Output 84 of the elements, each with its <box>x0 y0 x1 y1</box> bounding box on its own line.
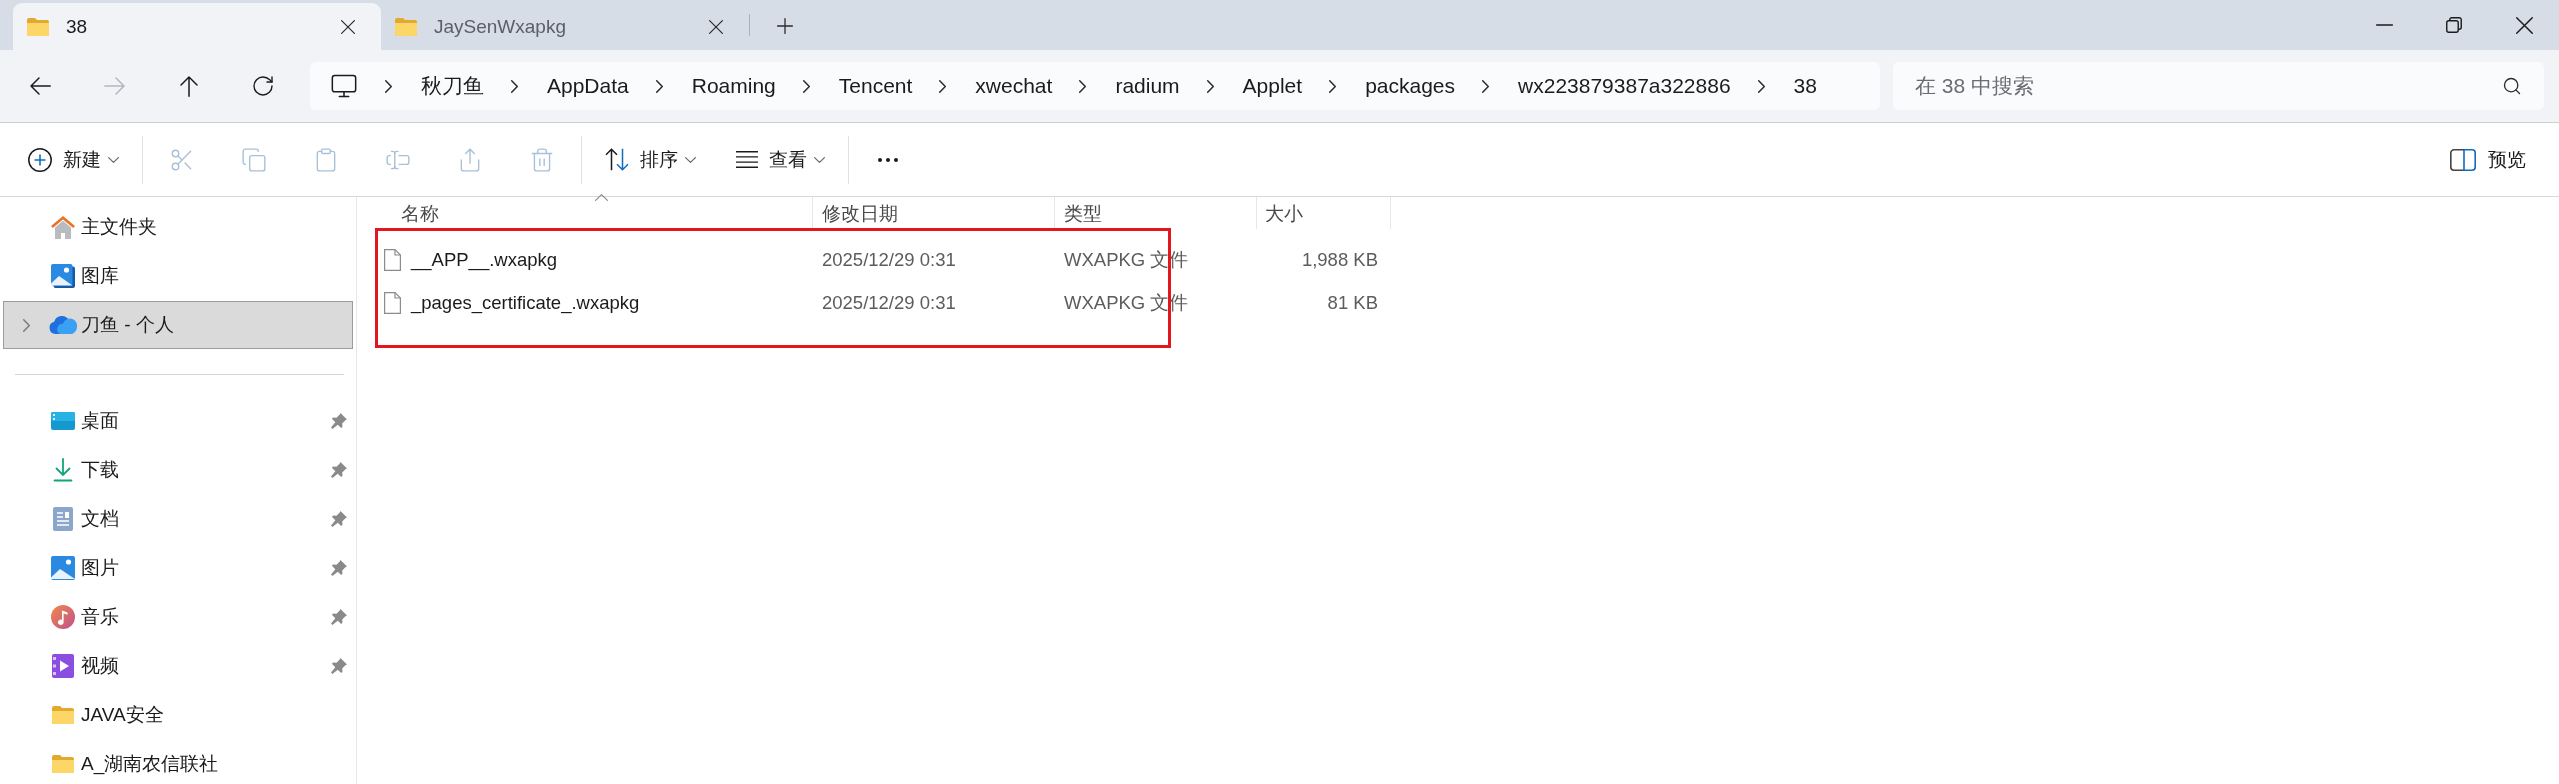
download-icon <box>53 458 73 482</box>
chevron-down-icon <box>685 156 696 163</box>
folder-icon <box>51 754 75 774</box>
column-header[interactable]: 修改日期 <box>812 197 1054 229</box>
breadcrumb-item[interactable]: 38 <box>1793 74 1817 98</box>
sidebar-item[interactable]: 图片 <box>3 548 353 588</box>
file-size: 1,988 KB <box>1300 248 1379 271</box>
view-button[interactable]: 查看 <box>724 133 837 186</box>
file-type: WXAPKG 文件 <box>1063 248 1190 272</box>
cloud-icon <box>49 316 77 334</box>
house-icon <box>51 215 75 239</box>
document-icon <box>53 507 73 531</box>
lines-icon <box>736 151 758 168</box>
chevron-right-icon <box>1329 79 1337 93</box>
music-note-icon <box>51 605 75 629</box>
sidebar-item[interactable]: 图库 <box>3 252 353 300</box>
tab[interactable]: 38 <box>13 3 381 50</box>
chevron-right-icon <box>939 79 947 93</box>
folder-icon <box>51 705 75 725</box>
sidebar-item[interactable]: 文档 <box>3 499 353 539</box>
file-icon <box>384 291 401 314</box>
plus-icon <box>777 18 793 34</box>
modified-date: 2025/12/29 0:31 <box>821 248 957 271</box>
gallery-icon <box>51 264 75 288</box>
modified-date: 2025/12/29 0:31 <box>821 291 957 314</box>
sidebar-item[interactable]: A_湖南农信联社 <box>3 744 353 784</box>
plus-circle-icon <box>28 147 52 172</box>
sidebar-item[interactable]: 下载 <box>3 450 353 490</box>
trash-icon <box>529 146 555 173</box>
folder-icon <box>26 16 50 37</box>
panel-icon <box>2450 148 2476 171</box>
sidebar-item[interactable]: JAVA安全 <box>3 695 353 735</box>
chevron-down-icon <box>814 156 825 163</box>
restore-icon <box>2446 17 2462 33</box>
breadcrumb-item[interactable]: Roaming <box>691 74 776 98</box>
sidebar-item[interactable]: 桌面 <box>3 401 353 441</box>
chevron-right-icon <box>655 79 663 93</box>
breadcrumb-item[interactable]: packages <box>1365 74 1456 98</box>
close-icon <box>341 19 355 34</box>
breadcrumb-item[interactable]: wx223879387a322886 <box>1518 74 1731 98</box>
sidebar-item[interactable]: 视频 <box>3 646 353 686</box>
close-icon <box>709 19 723 34</box>
chevron-down-icon <box>108 156 119 163</box>
file-type: WXAPKG 文件 <box>1063 291 1190 315</box>
desktop-icon <box>51 412 75 430</box>
search-icon <box>2502 76 2522 96</box>
tab[interactable]: JaySenWxapkg <box>381 3 749 50</box>
close-icon <box>2515 16 2533 34</box>
search-field[interactable]: 在 38 中搜索 <box>1893 62 2544 110</box>
breadcrumb-item[interactable]: Tencent <box>838 74 913 98</box>
sort-button[interactable]: 排序 <box>593 133 708 186</box>
breadcrumb-item[interactable]: AppData <box>547 74 629 98</box>
sidebar-item[interactable]: 音乐 <box>3 597 353 637</box>
file-name[interactable]: __APP__.wxapkg <box>411 248 558 271</box>
copy-icon <box>241 146 267 173</box>
chevron-right-icon <box>1482 79 1490 93</box>
chevron-right-icon <box>1757 79 1765 93</box>
minimize-icon <box>2375 24 2393 26</box>
chevron-right-icon <box>802 79 810 93</box>
monitor-icon <box>330 72 358 100</box>
column-header[interactable]: 名称 <box>357 197 812 229</box>
breadcrumb-item[interactable]: xwechat <box>975 74 1053 98</box>
new-button[interactable]: 新建 <box>16 133 131 186</box>
file-icon <box>384 248 401 271</box>
column-header[interactable]: 大小 <box>1256 197 1391 229</box>
sidebar-item[interactable]: 刀鱼 - 个人 <box>3 301 353 349</box>
file-name[interactable]: _pages_certificate_.wxapkg <box>411 291 640 314</box>
ellipsis-icon <box>878 157 898 162</box>
chevron-right-icon <box>1206 79 1214 93</box>
video-icon <box>52 654 74 678</box>
chevron-right-icon <box>1079 79 1087 93</box>
preview-button[interactable]: 预览 <box>2438 133 2538 186</box>
sort-arrows-icon <box>605 148 629 171</box>
chevron-right-icon <box>511 79 518 93</box>
file-size: 81 KB <box>1326 291 1379 314</box>
breadcrumb-item[interactable]: 秋刀鱼 <box>421 72 484 100</box>
picture-icon <box>51 556 75 580</box>
chevron-right-icon <box>385 79 392 93</box>
address-bar[interactable]: 秋刀鱼 AppData Roaming Tencent xwechat radium Applet packages wx223879387a322886 38 <box>310 62 1880 110</box>
sidebar-item[interactable]: 主文件夹 <box>3 203 353 251</box>
breadcrumb-item[interactable]: radium <box>1115 74 1180 98</box>
folder-icon <box>394 16 418 37</box>
column-header[interactable]: 类型 <box>1054 197 1256 229</box>
breadcrumb-item[interactable]: Applet <box>1242 74 1303 98</box>
